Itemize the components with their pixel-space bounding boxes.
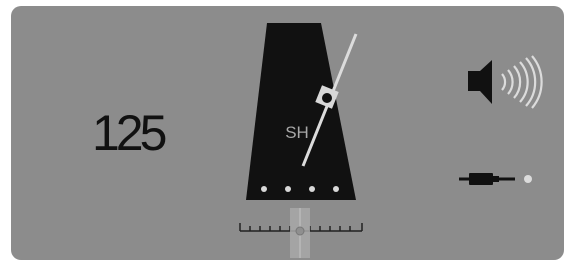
metronome-graphic: SH [239,23,363,258]
speaker-volume-icon[interactable] [466,55,548,109]
metronome-label: SH [285,123,309,142]
audio-cable-icon[interactable] [457,170,535,188]
beat-dot-3 [309,186,315,192]
beat-dot-2 [285,186,291,192]
tempo-slider-handle[interactable] [290,208,310,258]
metronome-body [246,23,356,200]
beat-dot-4 [333,186,339,192]
status-dot-icon [524,175,532,183]
beat-dot-1 [261,186,267,192]
